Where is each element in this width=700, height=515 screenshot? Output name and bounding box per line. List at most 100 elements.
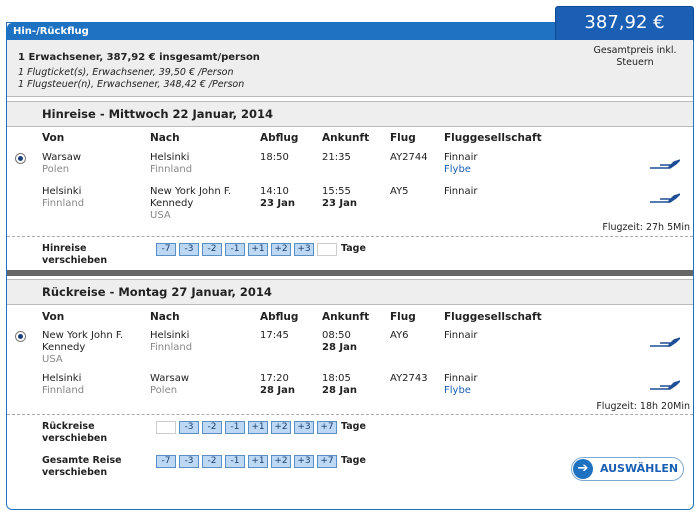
day-shift-button[interactable]: +1 xyxy=(248,243,268,256)
finnair-logo-icon xyxy=(650,193,680,203)
arrow-right-icon: ➔ xyxy=(573,459,593,479)
leg-departure: 17:45 xyxy=(260,330,289,341)
return-shift-label-2: verschieben xyxy=(42,433,108,444)
leg-to-country: Finnland xyxy=(150,342,193,353)
day-shift-empty xyxy=(156,421,176,434)
leg-departure-date: 23 Jan xyxy=(260,198,295,209)
leg-arrival-date: 28 Jan xyxy=(322,342,357,353)
col-abflug: Abflug xyxy=(260,311,299,323)
leg-airline: Finnair xyxy=(444,152,478,163)
leg-departure: 17:20 xyxy=(260,373,289,384)
price-note-2: Steuern xyxy=(616,57,654,68)
outbound-shift-days: Tage xyxy=(341,243,366,254)
day-shift-button[interactable]: -2 xyxy=(202,421,222,434)
leg-from: Helsinki xyxy=(42,186,82,197)
leg-to-country: Polen xyxy=(150,385,178,396)
leg-to: Helsinki xyxy=(150,330,190,341)
finnair-logo-icon xyxy=(650,380,680,390)
total-shift-label: Gesamte Reise xyxy=(42,455,122,466)
leg-from-country: USA xyxy=(42,354,63,365)
outbound-shift-label: Hinreise xyxy=(42,243,87,254)
total-price: 387,92 € xyxy=(555,6,694,41)
col-flug: Flug xyxy=(390,311,416,323)
day-shift-button[interactable]: +2 xyxy=(271,421,291,434)
choose-button[interactable]: ➔ AUSWÄHLEN xyxy=(571,457,684,481)
leg-operated-by[interactable]: Flybe xyxy=(444,164,471,175)
leg-departure: 18:50 xyxy=(260,152,289,163)
day-shift-button[interactable]: +1 xyxy=(248,455,268,468)
return-title: Rückreise - Montag 27 Januar, 2014 xyxy=(42,285,272,299)
leg-to-country: USA xyxy=(150,210,171,221)
leg-flight: AY6 xyxy=(390,330,409,341)
leg-operated-by[interactable]: Flybe xyxy=(444,385,471,396)
separator xyxy=(7,414,693,415)
outbound-duration: Flugzeit: 27h 5Min xyxy=(602,222,690,233)
day-shift-button[interactable]: +3 xyxy=(294,243,314,256)
day-shift-button[interactable]: +2 xyxy=(271,455,291,468)
day-shift-button[interactable]: -1 xyxy=(225,421,245,434)
day-shift-button[interactable]: -3 xyxy=(179,455,199,468)
leg-arrival: 15:55 xyxy=(322,186,351,197)
price-note-1: Gesamtpreis inkl. xyxy=(593,45,677,56)
col-airline: Fluggesellschaft xyxy=(444,132,542,144)
day-shift-button[interactable]: -1 xyxy=(225,243,245,256)
day-shift-button[interactable]: -7 xyxy=(156,455,176,468)
return-shift-label: Rückreise xyxy=(42,421,95,432)
leg-flight: AY2744 xyxy=(390,152,428,163)
leg-flight: AY5 xyxy=(390,186,409,197)
col-airline: Fluggesellschaft xyxy=(444,311,542,323)
summary-line-ticket: 1 Flugticket(s), Erwachsener, 39,50 € /P… xyxy=(18,67,234,78)
col-flug: Flug xyxy=(390,132,416,144)
radio-selected-icon[interactable] xyxy=(15,331,26,342)
return-duration: Flugzeit: 18h 20Min xyxy=(596,401,690,412)
col-abflug: Abflug xyxy=(260,132,299,144)
leg-arrival-date: 23 Jan xyxy=(322,198,357,209)
outbound-title: Hinreise - Mittwoch 22 Januar, 2014 xyxy=(42,107,274,121)
leg-to-line2: Kennedy xyxy=(150,198,194,209)
day-shift-button[interactable]: +3 xyxy=(294,455,314,468)
leg-from: Helsinki xyxy=(42,373,82,384)
leg-from: Warsaw xyxy=(42,152,82,163)
summary-main: 1 Erwachsener, 387,92 € insgesamt/person xyxy=(18,52,260,63)
leg-from-line2: Kennedy xyxy=(42,342,86,353)
col-ankunft: Ankunft xyxy=(322,132,370,144)
leg-arrival: 21:35 xyxy=(322,152,351,163)
leg-to: Helsinki xyxy=(150,152,190,163)
col-von: Von xyxy=(42,311,65,323)
leg-to: New York John F. xyxy=(150,186,232,197)
day-shift-button[interactable]: -2 xyxy=(202,243,222,256)
finnair-logo-icon xyxy=(650,159,680,169)
day-shift-button[interactable]: +2 xyxy=(271,243,291,256)
leg-departure-date: 28 Jan xyxy=(260,385,295,396)
day-shift-button[interactable]: +3 xyxy=(294,421,314,434)
tab-round-trip: Hin-/Rückflug xyxy=(7,23,555,40)
day-shift-button[interactable]: -3 xyxy=(179,421,199,434)
leg-arrival-date: 28 Jan xyxy=(322,385,357,396)
day-shift-button[interactable]: -3 xyxy=(179,243,199,256)
leg-from-country: Polen xyxy=(42,164,70,175)
leg-airline: Finnair xyxy=(444,373,478,384)
day-shift-button[interactable]: -2 xyxy=(202,455,222,468)
day-shift-button[interactable]: +7 xyxy=(317,455,337,468)
day-shift-button[interactable]: -7 xyxy=(156,243,176,256)
day-shift-empty xyxy=(317,243,337,256)
leg-to-country: Finnland xyxy=(150,164,193,175)
day-shift-button[interactable]: +7 xyxy=(317,421,337,434)
col-nach: Nach xyxy=(150,132,180,144)
leg-to: Warsaw xyxy=(150,373,190,384)
day-shift-button[interactable]: +1 xyxy=(248,421,268,434)
separator xyxy=(7,236,693,237)
leg-arrival: 18:05 xyxy=(322,373,351,384)
leg-arrival: 08:50 xyxy=(322,330,351,341)
return-shift-days: Tage xyxy=(341,421,366,432)
summary-line-tax: 1 Flugsteuer(n), Erwachsener, 348,42 € /… xyxy=(18,79,245,90)
day-shift-button[interactable]: -1 xyxy=(225,455,245,468)
leg-from: New York John F. xyxy=(42,330,124,341)
radio-selected-icon[interactable] xyxy=(15,153,26,164)
leg-departure: 14:10 xyxy=(260,186,289,197)
section-divider xyxy=(7,270,693,276)
total-shift-days: Tage xyxy=(341,455,366,466)
col-nach: Nach xyxy=(150,311,180,323)
col-ankunft: Ankunft xyxy=(322,311,370,323)
leg-airline: Finnair xyxy=(444,330,478,341)
